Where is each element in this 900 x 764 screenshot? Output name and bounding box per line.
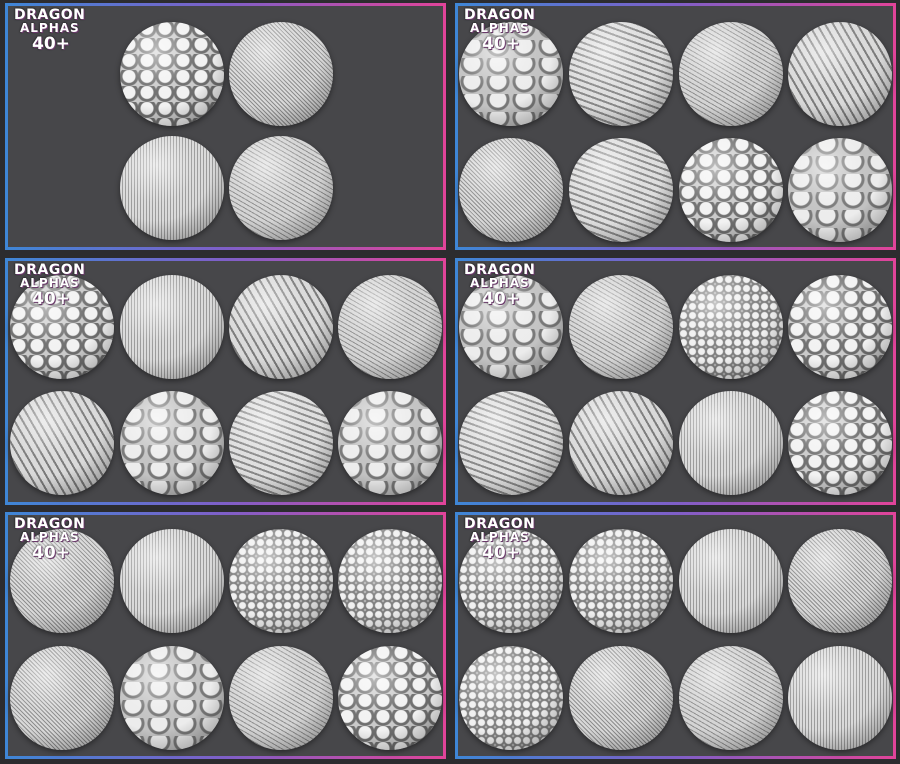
scale-sphere bbox=[569, 22, 673, 126]
scale-sphere bbox=[788, 22, 892, 126]
scale-sphere bbox=[459, 391, 563, 495]
scale-sphere bbox=[679, 22, 783, 126]
scale-sphere bbox=[569, 138, 673, 242]
dragon-alphas-badge: DRAGON ALPHAS 40+ bbox=[14, 263, 85, 309]
scale-sphere bbox=[679, 391, 783, 495]
badge-line-3: 40+ bbox=[32, 289, 70, 309]
scale-sphere bbox=[569, 529, 673, 633]
scale-sphere bbox=[10, 646, 114, 750]
scale-sphere bbox=[120, 275, 224, 379]
scale-sphere bbox=[229, 22, 333, 126]
alpha-panel-6: DRAGON ALPHAS 40+ bbox=[455, 512, 896, 759]
scale-sphere bbox=[679, 138, 783, 242]
alpha-panel-3: DRAGON ALPHAS 40+ bbox=[5, 258, 446, 505]
scale-sphere bbox=[229, 646, 333, 750]
scale-sphere bbox=[788, 646, 892, 750]
scale-sphere bbox=[679, 529, 783, 633]
scale-sphere bbox=[120, 646, 224, 750]
dragon-alphas-badge: DRAGON ALPHAS 40+ bbox=[464, 517, 535, 563]
page: { "badge": { "line1": "DRAGON", "line2":… bbox=[0, 0, 900, 764]
scale-sphere bbox=[338, 275, 442, 379]
scale-sphere bbox=[229, 391, 333, 495]
scale-sphere bbox=[788, 275, 892, 379]
scale-sphere bbox=[338, 529, 442, 633]
scale-sphere bbox=[788, 138, 892, 242]
dragon-alphas-badge: DRAGON ALPHAS 40+ bbox=[464, 8, 535, 54]
scale-sphere bbox=[120, 22, 224, 126]
scale-sphere bbox=[338, 646, 442, 750]
dragon-alphas-badge: DRAGON ALPHAS 40+ bbox=[14, 517, 85, 563]
scale-sphere bbox=[229, 275, 333, 379]
scale-sphere bbox=[788, 391, 892, 495]
scale-sphere bbox=[788, 529, 892, 633]
alpha-panel-2: DRAGON ALPHAS 40+ bbox=[455, 3, 896, 250]
alpha-panel-4: DRAGON ALPHAS 40+ bbox=[455, 258, 896, 505]
scale-sphere bbox=[120, 391, 224, 495]
scale-sphere bbox=[459, 138, 563, 242]
scale-sphere bbox=[229, 136, 333, 240]
alpha-panel-1: DRAGON ALPHAS 40+ bbox=[5, 3, 446, 250]
dragon-alphas-badge: DRAGON ALPHAS 40+ bbox=[14, 8, 85, 54]
scale-sphere bbox=[569, 391, 673, 495]
dragon-alphas-badge: DRAGON ALPHAS 40+ bbox=[464, 263, 535, 309]
scale-sphere bbox=[120, 136, 224, 240]
badge-line-3: 40+ bbox=[482, 34, 520, 54]
scale-sphere bbox=[120, 529, 224, 633]
badge-line-3: 40+ bbox=[482, 543, 520, 563]
scale-sphere bbox=[459, 646, 563, 750]
badge-line-3: 40+ bbox=[32, 34, 70, 54]
scale-sphere bbox=[338, 391, 442, 495]
alpha-panel-5: DRAGON ALPHAS 40+ bbox=[5, 512, 446, 759]
scale-sphere bbox=[679, 275, 783, 379]
scale-sphere bbox=[679, 646, 783, 750]
scale-sphere bbox=[569, 275, 673, 379]
scale-sphere bbox=[10, 391, 114, 495]
badge-line-3: 40+ bbox=[482, 289, 520, 309]
scale-sphere bbox=[569, 646, 673, 750]
badge-line-3: 40+ bbox=[32, 543, 70, 563]
scale-sphere bbox=[229, 529, 333, 633]
